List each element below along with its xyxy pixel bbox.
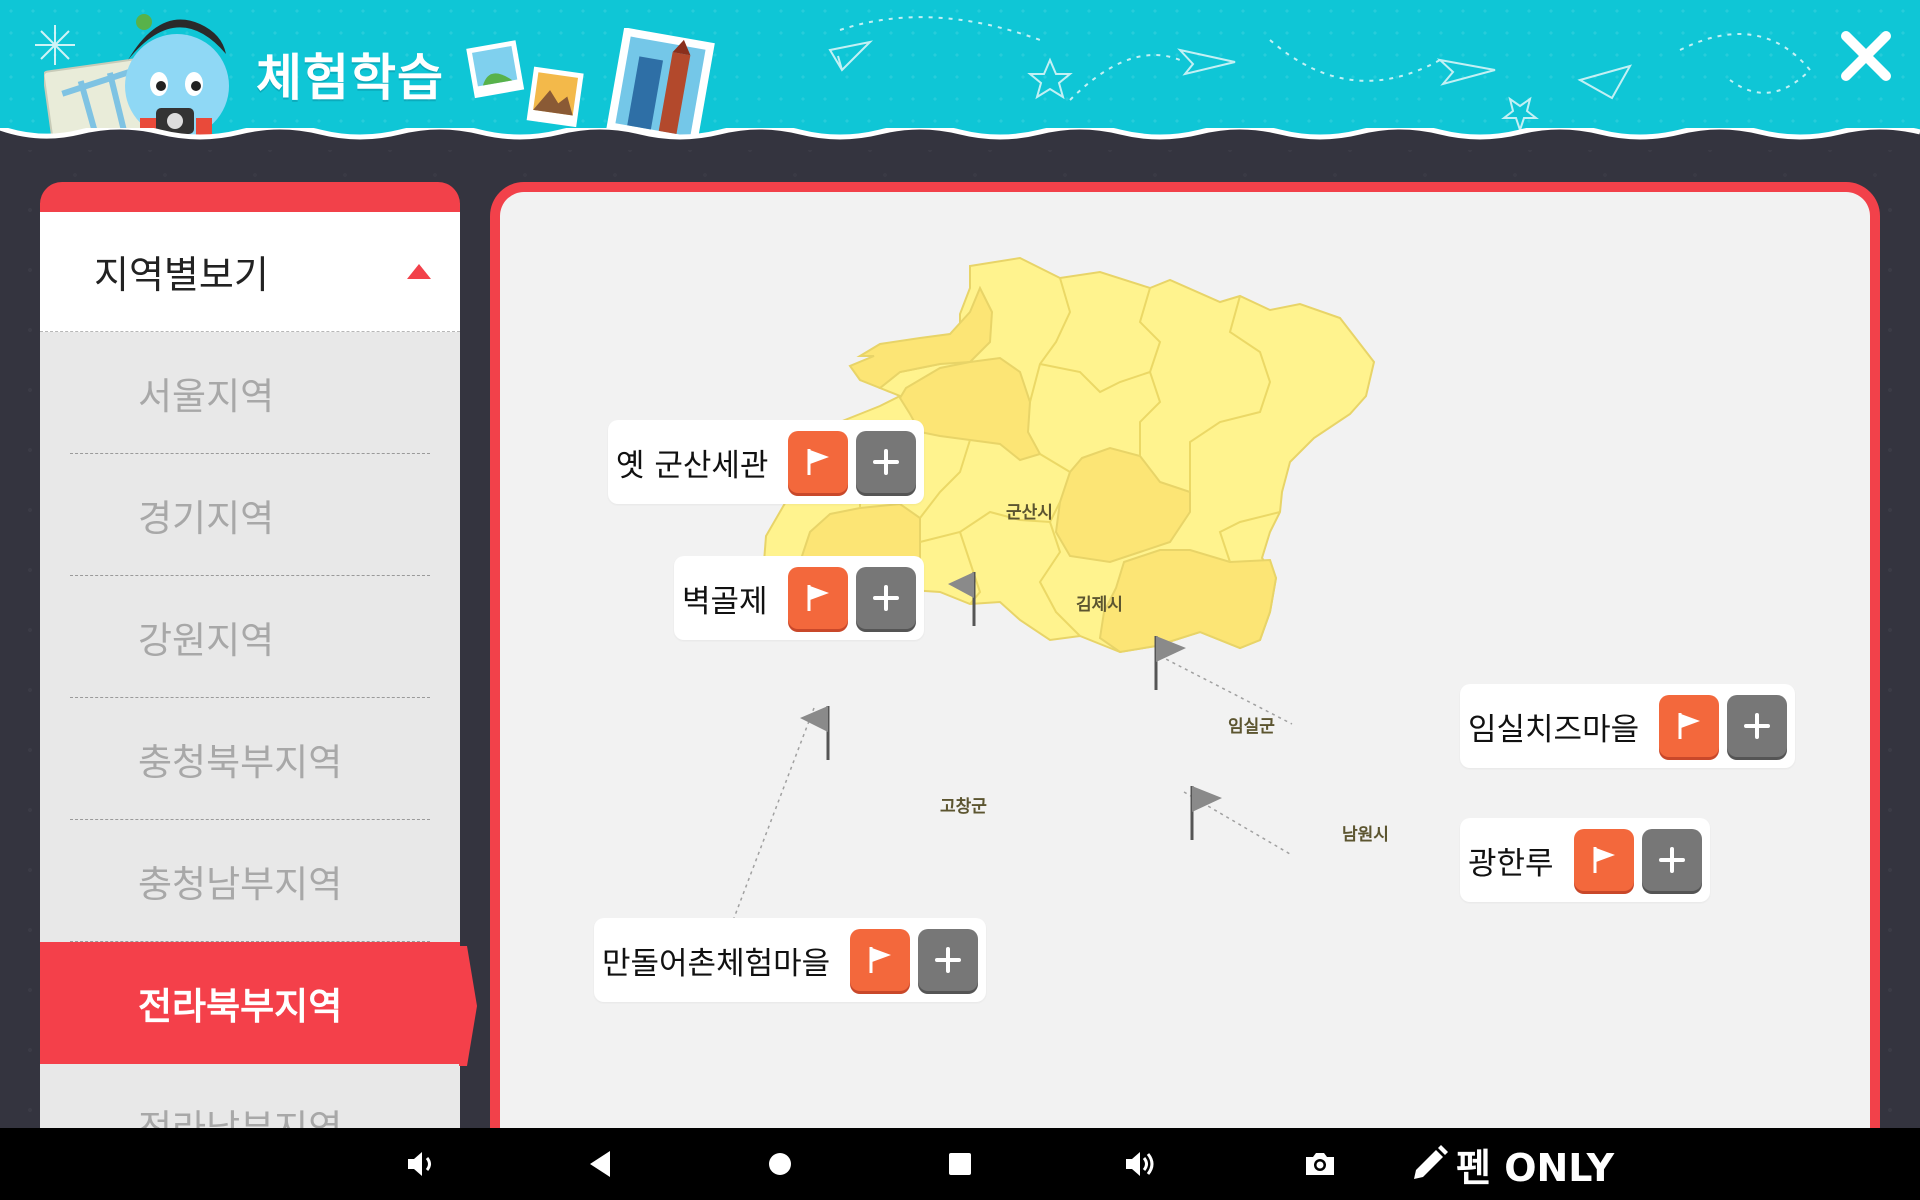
sidebar-item-seoul[interactable]: 서울지역 <box>70 332 430 454</box>
plus-icon <box>935 947 962 973</box>
app-header: 체험학습 <box>0 0 1920 150</box>
pen-only-toggle[interactable]: 펜 ONLY <box>1408 1138 1614 1190</box>
map-panel: 군산시 김제시 임실군 고창군 남원시 옛 군산세관 벽골제 임실치즈마을 광한… <box>490 182 1880 1128</box>
region-label-gimje: 김제시 <box>1076 595 1123 615</box>
sidebar-item-gangwon[interactable]: 강원지역 <box>70 576 430 698</box>
callout-label: 만돌어촌체험마을 <box>602 945 831 982</box>
sidebar-item-label: 전라북부지역 <box>138 985 343 1028</box>
plus-button[interactable] <box>855 567 916 629</box>
region-view-toggle[interactable]: 지역별보기 <box>40 212 460 332</box>
sidebar-item-label: 충청남부지역 <box>138 862 343 906</box>
back-icon[interactable] <box>582 1146 618 1182</box>
camera-icon[interactable] <box>1302 1146 1338 1182</box>
plus-button[interactable] <box>1727 695 1788 757</box>
region-label-gochang: 고창군 <box>940 797 987 817</box>
region-label-gunsan: 군산시 <box>1006 503 1053 523</box>
callout-imsil-cheese-village: 임실치즈마을 <box>1460 684 1796 768</box>
flag-button[interactable] <box>1573 829 1634 891</box>
flag-button[interactable] <box>788 431 849 493</box>
sidebar-item-gyeonggi[interactable]: 경기지역 <box>70 454 430 576</box>
callout-label: 임실치즈마을 <box>1468 711 1640 748</box>
plus-icon <box>872 585 899 611</box>
plus-icon <box>1658 847 1685 873</box>
recents-icon[interactable] <box>942 1146 978 1182</box>
flag-button[interactable] <box>787 567 848 629</box>
caret-up-icon <box>407 263 431 279</box>
active-item-pointer <box>459 946 477 1066</box>
sidebar-item-label: 전라남부지역 <box>138 1106 343 1129</box>
flag-icon <box>1678 713 1701 739</box>
flag-marker-gochang <box>800 706 830 760</box>
flag-icon <box>807 585 829 611</box>
sidebar-item-jeolla-south[interactable]: 전라남부지역 <box>70 1064 430 1129</box>
flag-icon <box>869 947 892 973</box>
flag-button[interactable] <box>1659 695 1720 757</box>
sidebar-item-chungcheong-south[interactable]: 충청남부지역 <box>70 820 430 942</box>
plus-button[interactable] <box>918 929 979 991</box>
sidebar-item-label: 강원지역 <box>138 618 275 662</box>
callout-mandol-fishing-village: 만돌어촌체험마을 <box>594 918 987 1002</box>
region-sidebar: 지역별보기 서울지역 경기지역 강원지역 충청북부지역 충청남부지역 전라북부지… <box>40 182 460 1128</box>
app-title: 체험학습 <box>256 49 444 107</box>
namwon-region <box>1098 549 1278 654</box>
sidebar-item-label: 경기지역 <box>138 496 275 540</box>
callout-gwanghallu: 광한루 <box>1460 818 1710 902</box>
region-label-imsil: 임실군 <box>1228 717 1275 737</box>
close-button[interactable] <box>1838 28 1894 84</box>
plus-icon <box>873 449 900 475</box>
header-wave <box>0 128 1920 150</box>
sidebar-item-jeolla-north[interactable]: 전라북부지역 <box>40 942 460 1064</box>
callout-gunsan-customs: 옛 군산세관 <box>608 420 925 504</box>
volume-up-icon[interactable] <box>1122 1146 1158 1182</box>
callout-label: 벽골제 <box>682 583 768 620</box>
volume-down-icon[interactable] <box>402 1146 438 1182</box>
flag-icon <box>1593 847 1615 873</box>
callout-label: 광한루 <box>1468 845 1554 882</box>
flag-marker-namwon <box>1190 786 1222 840</box>
plus-button[interactable] <box>856 431 917 493</box>
flag-marker-imsil <box>1154 636 1186 690</box>
pen-only-label: 펜 ONLY <box>1456 1145 1615 1190</box>
home-icon[interactable] <box>762 1146 798 1182</box>
callout-label: 옛 군산세관 <box>616 447 769 484</box>
sidebar-item-chungcheong-north[interactable]: 충청북부지역 <box>70 698 430 820</box>
flag-icon <box>807 449 830 475</box>
sidebar-item-label: 서울지역 <box>138 374 275 418</box>
region-view-label: 지역별보기 <box>94 253 269 297</box>
system-nav-bar: 펜 ONLY <box>0 1128 1920 1200</box>
header-decoration <box>828 16 1812 130</box>
pen-icon <box>1414 1145 1448 1179</box>
plus-icon <box>1744 713 1771 739</box>
plus-button[interactable] <box>1641 829 1702 891</box>
sidebar-item-label: 충청북부지역 <box>138 740 343 784</box>
callout-byeokgolje: 벽골제 <box>674 556 924 640</box>
flag-button[interactable] <box>850 929 911 991</box>
region-label-namwon: 남원시 <box>1342 825 1389 845</box>
